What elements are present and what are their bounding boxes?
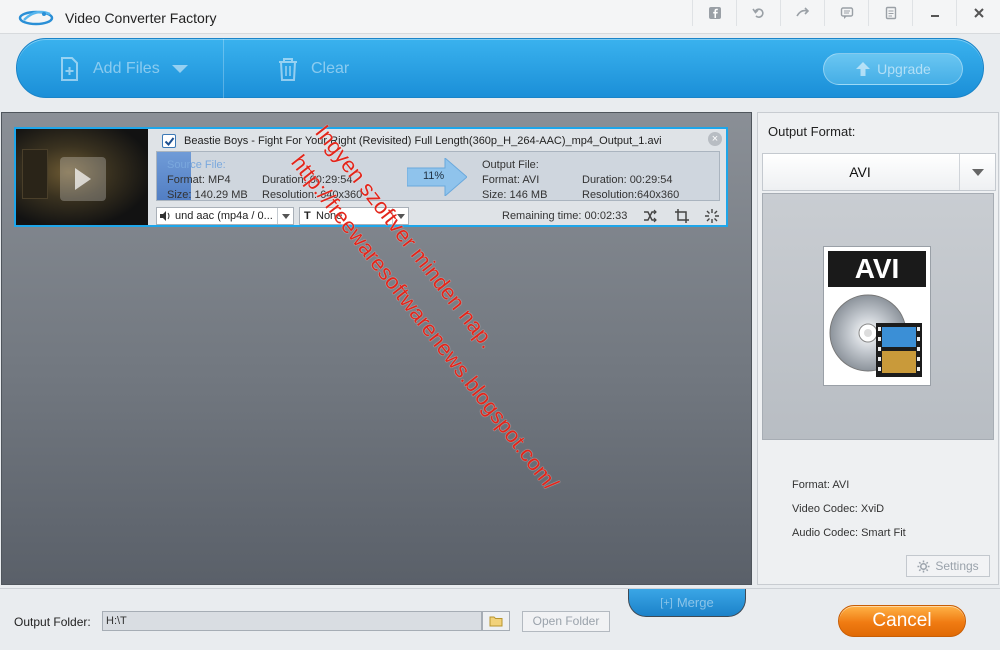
output-format-panel: Output Format: AVI AVI Format: AVI Video… — [757, 112, 999, 585]
gear-icon — [917, 559, 930, 573]
add-files-button[interactable]: Add Files — [57, 39, 188, 99]
app-logo-icon — [18, 10, 54, 26]
output-resolution: Resolution:640x360 — [582, 189, 680, 201]
speaker-icon — [160, 211, 170, 221]
audio-track-select[interactable]: und aac (mp4a / 0... — [156, 207, 294, 225]
output-duration: Duration: 00:29:54 — [582, 174, 673, 186]
settings-button[interactable]: Settings — [906, 555, 990, 577]
title-bar-icons — [692, 0, 1000, 26]
text-t-icon: T — [304, 210, 311, 222]
source-format: Format: MP4 — [167, 174, 231, 186]
output-format-select[interactable]: AVI — [762, 153, 996, 191]
crop-icon[interactable] — [674, 208, 690, 224]
list-item[interactable]: Beastie Boys - Fight For Your Right (Rev… — [14, 127, 728, 227]
open-folder-button[interactable]: Open Folder — [522, 611, 610, 632]
chevron-down-icon[interactable] — [392, 208, 408, 224]
output-heading: Output File: — [482, 159, 539, 171]
output-format-label: Output Format: — [768, 124, 856, 139]
disc-film-icon — [829, 294, 922, 377]
source-resolution: Resolution: 640x360 — [262, 189, 363, 201]
browse-folder-button[interactable] — [482, 611, 510, 631]
facebook-icon[interactable] — [692, 0, 736, 26]
format-badge: AVI — [828, 251, 926, 287]
file-checkbox[interactable] — [162, 134, 176, 148]
chevron-down-icon[interactable] — [171, 65, 188, 73]
feedback-icon[interactable] — [824, 0, 868, 26]
trash-icon — [279, 58, 297, 81]
app-title: Video Converter Factory — [65, 10, 217, 26]
merge-button[interactable]: [+] Merge — [628, 589, 746, 617]
main-toolbar: Add Files Clear Upgrade — [16, 38, 984, 99]
upgrade-label: Upgrade — [877, 61, 931, 77]
upgrade-button[interactable]: Upgrade — [823, 53, 963, 85]
register-icon[interactable] — [868, 0, 912, 26]
output-size: Size: 146 MB — [482, 189, 548, 201]
output-format: Format: AVI — [482, 174, 540, 186]
play-icon[interactable] — [60, 157, 106, 201]
format-specs: Format: AVI Video Codec: XviD Audio Code… — [792, 473, 906, 545]
remove-item-icon[interactable]: × — [708, 132, 722, 146]
spec-format: Format: AVI — [792, 479, 850, 491]
share-icon[interactable] — [780, 0, 824, 26]
subtitle-value: None — [316, 210, 343, 222]
spec-video-codec: Video Codec: XviD — [792, 503, 885, 515]
conversion-info: Source File: Format: MP4 Size: 140.29 MB… — [156, 151, 720, 201]
cancel-button[interactable]: Cancel — [838, 605, 966, 637]
thumbnail-scene — [22, 149, 48, 199]
close-icon[interactable] — [956, 0, 1000, 26]
output-folder-input[interactable]: H:\T — [102, 611, 482, 631]
file-list[interactable]: Beastie Boys - Fight For Your Right (Rev… — [1, 112, 752, 585]
progress-percent: 11% — [423, 170, 445, 182]
selected-format: AVI — [849, 164, 871, 180]
format-preview[interactable]: AVI — [762, 193, 994, 440]
file-name: Beastie Boys - Fight For Your Right (Rev… — [184, 135, 662, 147]
add-file-icon — [61, 57, 78, 81]
merge-label: Merge — [676, 595, 714, 610]
minimize-icon[interactable] — [912, 0, 956, 26]
folder-icon — [489, 616, 503, 627]
source-duration: Duration: 00:29:54 — [262, 174, 353, 186]
source-size: Size: 140.29 MB — [167, 189, 248, 201]
video-thumbnail[interactable] — [16, 129, 148, 225]
subtitle-select[interactable]: T None — [299, 207, 409, 225]
bottom-bar: [+] Merge Output Folder: H:\T Open Folde… — [0, 588, 1000, 650]
chevron-down-icon[interactable] — [959, 154, 995, 190]
spec-audio-codec: Audio Codec: Smart Fit — [792, 527, 906, 539]
effects-icon[interactable] — [704, 208, 720, 224]
settings-label: Settings — [935, 559, 979, 573]
audio-track-value: und aac (mp4a / 0... — [175, 210, 273, 222]
remaining-time: Remaining time: 00:02:33 — [502, 210, 628, 222]
undo-icon[interactable] — [736, 0, 780, 26]
merge-icon: [+] — [660, 596, 673, 609]
clip-icon[interactable] — [642, 208, 658, 224]
check-icon — [164, 136, 174, 146]
arrow-up-icon — [856, 62, 871, 76]
clear-label: Clear — [311, 60, 350, 77]
add-files-label: Add Files — [93, 60, 160, 77]
output-folder-label: Output Folder: — [14, 615, 91, 629]
title-bar: Video Converter Factory — [0, 0, 1000, 34]
item-controls: und aac (mp4a / 0... T None Remaining ti… — [156, 207, 720, 225]
chevron-down-icon[interactable] — [277, 208, 293, 224]
clear-button[interactable]: Clear — [275, 39, 349, 99]
toolbar-divider — [223, 39, 224, 99]
source-heading: Source File: — [167, 159, 226, 171]
avi-format-icon: AVI — [823, 246, 931, 386]
